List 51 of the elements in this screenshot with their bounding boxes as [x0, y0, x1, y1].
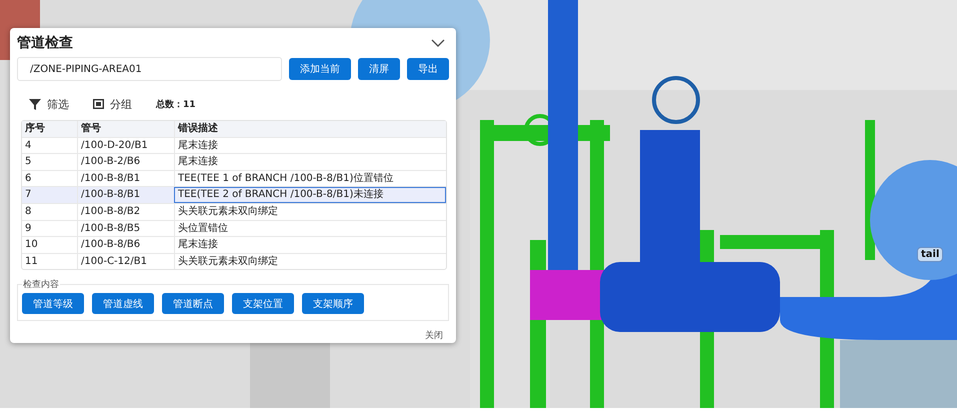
table-cell-text: 7 — [24, 188, 32, 202]
path-input-field[interactable]: /ZONE-PIPING-AREA01 — [17, 57, 282, 81]
chevron-down-icon[interactable] — [431, 39, 445, 47]
check-button[interactable]: 管道虚线 — [92, 293, 154, 314]
table-row[interactable]: 10 /100-B-8/B6 尾末连接 — [22, 236, 446, 253]
tail-label: tail — [917, 247, 944, 262]
table-cell-text: 9 — [24, 222, 32, 236]
table-cell: /100-D-20/B1 — [77, 138, 174, 154]
table-cell: /100-B-2/B6 — [77, 154, 174, 170]
table-cell: 头关联元素未双向绑定 — [174, 204, 446, 220]
table-cell-text: 4 — [24, 138, 32, 153]
close-button[interactable]: 关闭 — [419, 329, 449, 342]
table-cell-text: 6 — [24, 172, 32, 186]
table-row[interactable]: 5 /100-B-2/B6 尾末连接 — [22, 153, 446, 170]
group-legend: 检查内容 — [22, 278, 60, 292]
check-button[interactable]: 管道等级 — [22, 293, 84, 314]
check-button[interactable]: 支架顺序 — [302, 293, 364, 314]
table-cell-text: 8 — [24, 204, 32, 219]
table-cell: /100-B-8/B1 — [77, 187, 174, 203]
check-button[interactable]: 支架位置 — [232, 293, 294, 314]
table-row[interactable]: 9 /100-B-8/B5 头位置错位 — [22, 220, 446, 236]
table-cell: 尾末连接 — [174, 237, 446, 253]
table-cell: /100-B-8/B6 — [77, 237, 174, 253]
image-icon[interactable] — [93, 99, 104, 109]
table-cell-text: 11 — [24, 254, 39, 269]
table-row[interactable]: 4 /100-D-20/B1 尾末连接 — [22, 136, 446, 154]
action-button[interactable]: 导出 — [407, 58, 449, 80]
check-button[interactable]: 管道断点 — [162, 293, 224, 314]
table-cell: 尾末连接 — [174, 154, 446, 170]
filter-label[interactable]: 筛选 — [47, 96, 69, 112]
total-count: 总数：11 — [156, 98, 196, 110]
table-cell: 头关联元素未双向绑定 — [174, 254, 446, 270]
action-button[interactable]: 添加当前 — [289, 58, 351, 80]
table-row[interactable]: 8 /100-B-8/B2 头关联元素未双向绑定 — [22, 202, 446, 220]
filter-icon[interactable] — [29, 98, 41, 110]
column-header: 管号 — [77, 121, 174, 137]
table-row[interactable]: 11 /100-C-12/B1 头关联元素未双向绑定 — [22, 252, 446, 270]
table-cell: TEE(TEE 2 of BRANCH /100-B-8/B1)未连接 — [174, 187, 446, 203]
table-cell-text: 10 — [24, 238, 39, 252]
table-cell: 尾末连接 — [174, 138, 446, 154]
column-header: 错误描述 — [174, 121, 446, 137]
column-header: 序号 — [24, 121, 46, 136]
action-button[interactable]: 清屏 — [358, 58, 400, 80]
table-row[interactable]: 7 /100-B-8/B1 TEE(TEE 2 of BRANCH /100-B-8/B1)未连接 — [22, 186, 446, 203]
group-label[interactable]: 分组 — [110, 96, 132, 112]
table-cell: 头位置错位 — [174, 220, 446, 236]
table-cell: /100-C-12/B1 — [77, 254, 174, 270]
table-cell: /100-B-8/B2 — [77, 204, 174, 220]
panel-title: 管道检查 — [17, 34, 73, 52]
table-cell: /100-B-8/B5 — [77, 220, 174, 236]
table-cell-text: 5 — [24, 155, 32, 170]
